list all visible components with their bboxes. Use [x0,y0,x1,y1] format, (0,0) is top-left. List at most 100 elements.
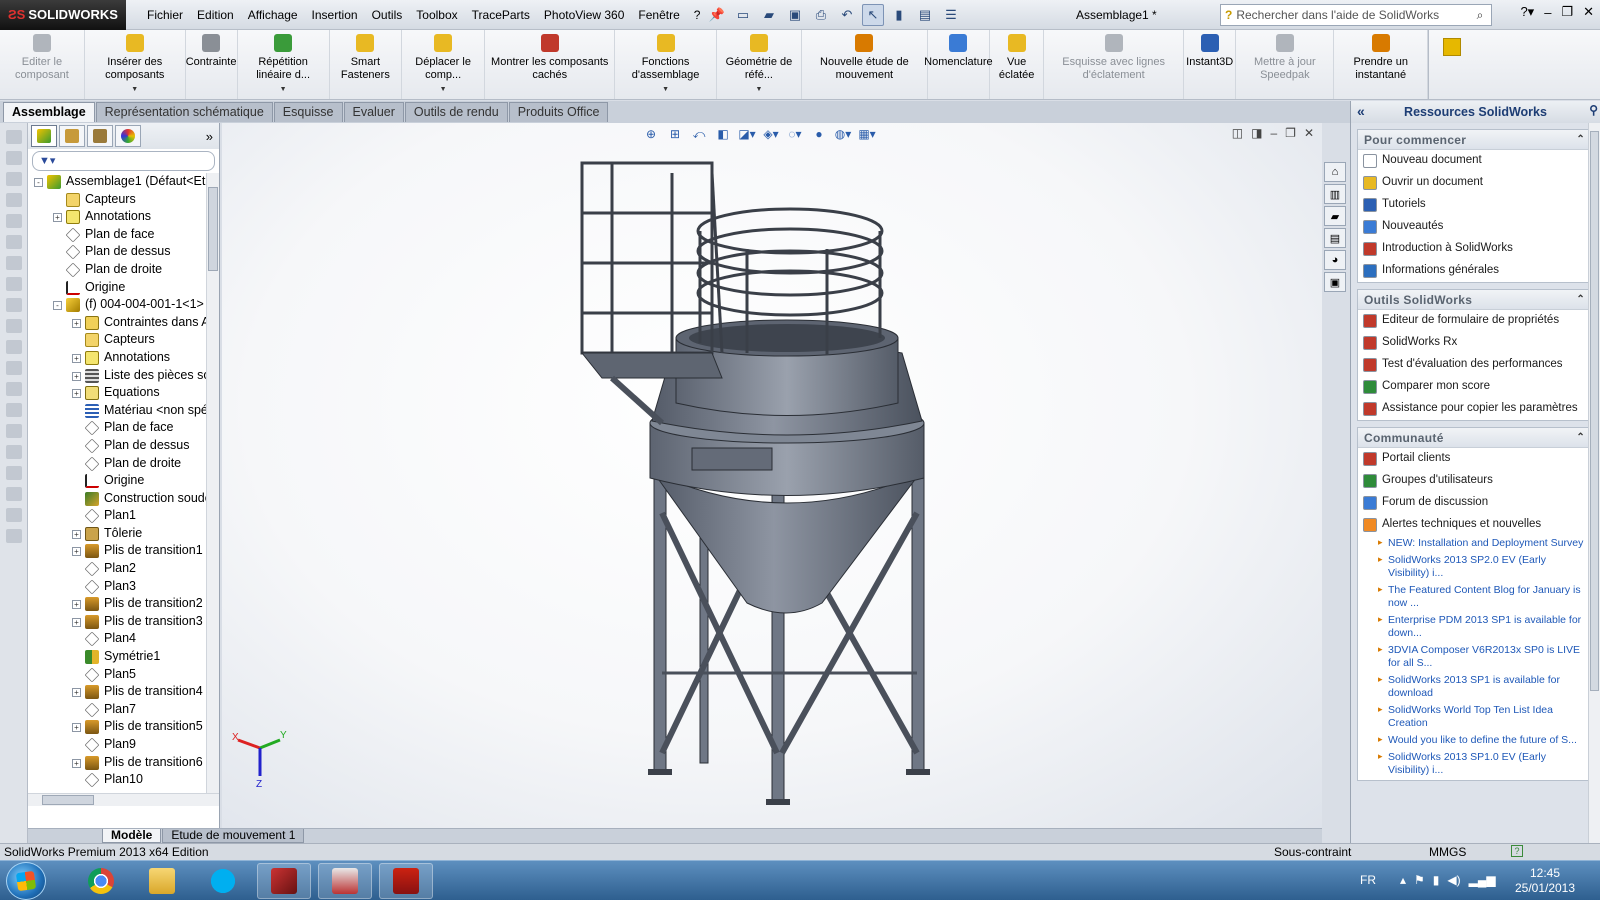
news-link[interactable]: SolidWorks 2013 SP1 is available for dow… [1358,673,1591,703]
tab[interactable]: Produits Office [508,102,609,122]
tree-node[interactable]: Plan9 [28,736,206,754]
close-icon[interactable]: ✕ [1583,4,1594,20]
resource-group-header[interactable]: Communauté ⌃ [1358,428,1591,448]
open-file-icon[interactable]: ▰ [758,4,780,26]
configuration-manager-tab[interactable] [87,125,113,147]
left-tool-icon[interactable] [6,424,22,438]
resource-link[interactable]: Alertes techniques et nouvelles [1358,514,1591,536]
tree-node[interactable]: Plan2 [28,560,206,578]
taskbar-app-explorer[interactable] [135,863,189,899]
options-icon[interactable]: ☰ [940,4,962,26]
custom-properties-icon[interactable]: ▣ [1324,272,1346,292]
action-center-icon[interactable]: ⚑ [1414,873,1425,887]
collapse-group-icon[interactable]: ⌃ [1576,290,1585,310]
model-tab[interactable]: Modèle [102,829,162,843]
task-pane-scrollbar[interactable] [1588,123,1600,843]
command-button[interactable]: Prendre un instantané [1334,30,1428,99]
expand-icon[interactable]: + [72,389,81,399]
news-link[interactable]: Would you like to define the future of S… [1358,733,1591,750]
news-link[interactable]: SolidWorks 2013 SP2.0 EV (Early Visibili… [1358,553,1591,583]
expand-icon[interactable]: + [72,529,81,539]
resource-link[interactable]: Comparer mon score [1358,376,1591,398]
resource-group-header[interactable]: Pour commencer ⌃ [1358,130,1591,150]
menu-item[interactable]: Fichier [140,8,190,22]
tab[interactable]: Evaluer [343,102,404,122]
tree-node[interactable]: Origine [28,279,206,297]
resource-link[interactable]: SolidWorks Rx [1358,332,1591,354]
quick-help-icon[interactable]: ? [1511,845,1523,857]
tree-node[interactable]: - (f) 004-004-001-1<1> -> ( [28,296,206,314]
edit-appearance-icon[interactable]: ● [810,126,828,142]
menu-item[interactable]: Fenêtre [631,8,686,22]
zoom-area-icon[interactable]: ⊞ [666,126,684,142]
news-link[interactable]: Enterprise PDM 2013 SP1 is available for… [1358,613,1591,643]
scroll-thumb[interactable] [42,795,94,805]
resource-link[interactable]: Introduction à SolidWorks [1358,238,1591,260]
show-hidden-icons[interactable]: ▴ [1400,873,1406,887]
scroll-thumb[interactable] [1590,131,1599,691]
left-tool-icon[interactable] [6,403,22,417]
link-views-icon[interactable]: ◨ [1251,126,1262,140]
design-library-icon[interactable]: ▥ [1324,184,1346,204]
tree-node[interactable]: + Tôlerie [28,525,206,543]
chevron-down-icon[interactable]: ▼ [440,83,447,96]
menu-item[interactable]: TraceParts [465,8,537,22]
tree-node[interactable]: Origine [28,472,206,490]
tree-node[interactable]: + Plis de transition1 [28,542,206,560]
resource-link[interactable]: Ouvrir un document [1358,172,1591,194]
appearances-icon[interactable]: ◕ [1324,250,1346,270]
new-file-icon[interactable]: ▭ [732,4,754,26]
collapse-group-icon[interactable]: ⌃ [1576,130,1585,150]
command-button[interactable]: Insérer des composants ▼ [85,30,186,99]
volume-icon[interactable]: ◀) [1447,873,1460,887]
chevron-down-icon[interactable]: ▼ [662,83,669,96]
help-search-input[interactable]: Rechercher dans l'aide de SolidWorks [1236,8,1469,22]
scroll-thumb[interactable] [208,187,218,271]
left-tool-icon[interactable] [6,277,22,291]
tree-node[interactable]: + Plis de transition5 [28,718,206,736]
command-button[interactable]: Répétition linéaire d... ▼ [238,30,330,99]
expand-icon[interactable]: + [72,600,81,610]
tree-node[interactable]: Plan4 [28,630,206,648]
tree-node[interactable]: Plan1 [28,507,206,525]
undo-icon[interactable]: ↶ [836,4,858,26]
file-explorer-icon[interactable]: ▰ [1324,206,1346,226]
left-tool-icon[interactable] [6,298,22,312]
tree-node[interactable]: + Plis de transition6 [28,754,206,772]
tree-node[interactable]: Plan de dessus [28,243,206,261]
left-tool-icon[interactable] [6,508,22,522]
minimize-icon[interactable]: – [1544,5,1551,20]
left-tool-icon[interactable] [6,193,22,207]
left-tool-icon[interactable] [6,256,22,270]
language-indicator[interactable]: FR [1360,873,1376,887]
tree-horizontal-scrollbar[interactable] [28,793,219,806]
expand-icon[interactable]: + [53,213,62,223]
viewport-minimize-icon[interactable]: – [1270,126,1277,140]
tree-node[interactable]: Matériau <non spécifi [28,402,206,420]
resource-link[interactable]: Forum de discussion [1358,492,1591,514]
tab[interactable]: Représentation schématique [95,102,273,122]
left-tool-icon[interactable] [6,214,22,228]
command-button[interactable]: Smart Fasteners [330,30,403,99]
command-button[interactable]: Nomenclature [924,30,993,99]
command-button[interactable]: Fonctions d'assemblage ▼ [615,30,717,99]
tree-node[interactable]: Plan de face [28,226,206,244]
menu-item[interactable]: Affichage [241,8,305,22]
pin-icon[interactable]: 📌 [706,4,728,26]
help-menu-icon[interactable]: ?▾ [1520,4,1534,20]
news-link[interactable]: NEW: Installation and Deployment Survey [1358,536,1591,553]
command-button[interactable]: Esquisse avec lignes d'éclatement [1044,30,1185,99]
previous-view-icon[interactable]: ⤺ [690,126,708,142]
expand-icon[interactable]: + [72,547,81,557]
expand-panel-icon[interactable]: » [206,129,213,144]
rebuild-icon[interactable]: ▮ [888,4,910,26]
tree-node[interactable]: Plan10 [28,771,206,789]
resource-link[interactable]: Nouveautés [1358,216,1591,238]
tree-node[interactable]: + Plis de transition4 [28,683,206,701]
collapse-icon[interactable]: - [53,301,62,311]
news-link[interactable]: 3DVIA Composer V6R2013x SP0 is LIVE for … [1358,643,1591,673]
apply-scene-icon[interactable]: ◍▾ [834,126,852,142]
menu-item[interactable]: ? [687,8,708,22]
tree-node[interactable]: Capteurs [28,331,206,349]
left-tool-icon[interactable] [6,382,22,396]
